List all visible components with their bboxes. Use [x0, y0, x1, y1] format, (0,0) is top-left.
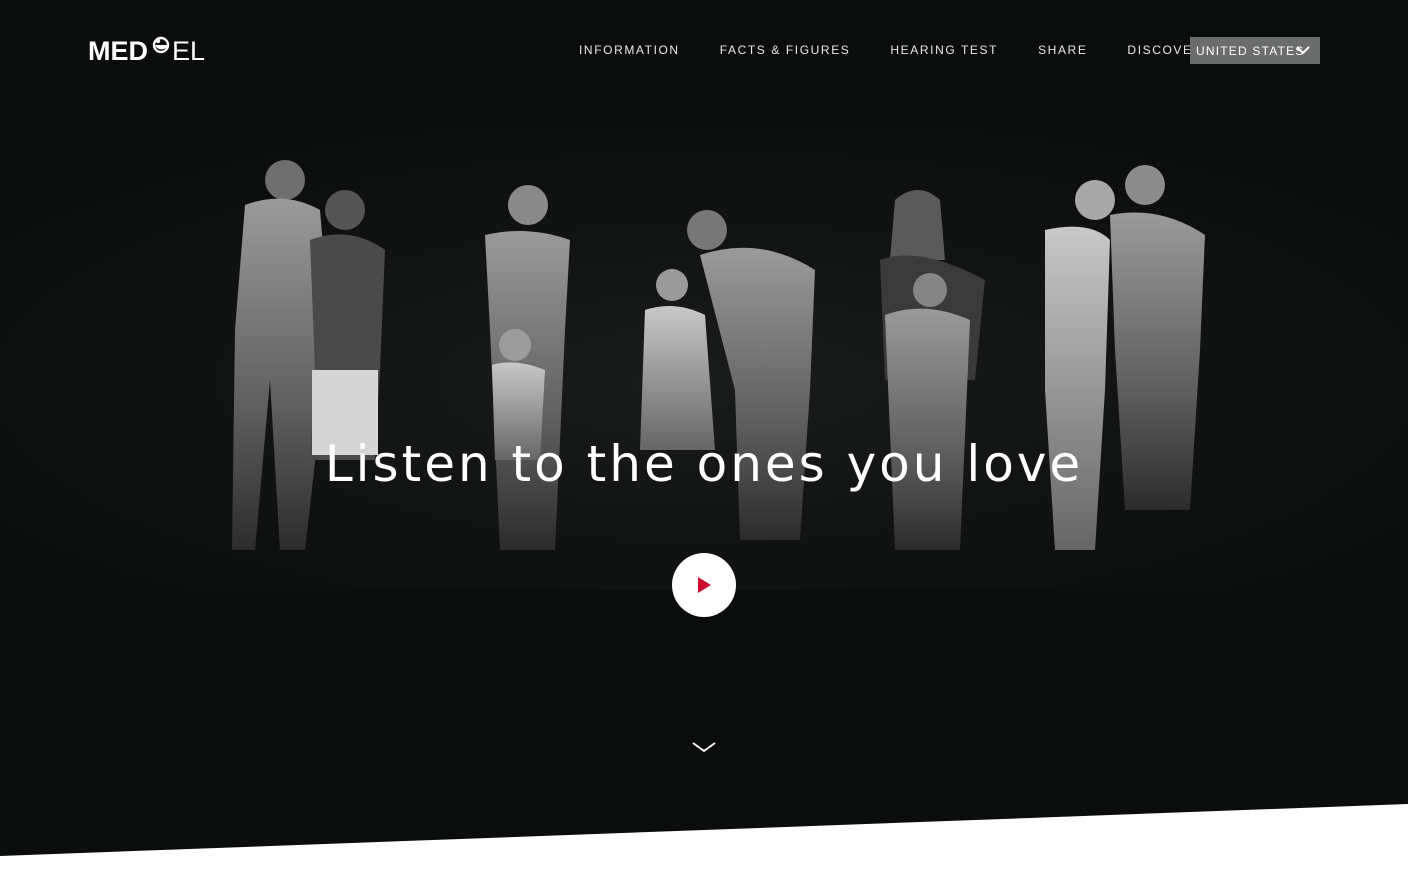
chevron-down-icon — [1296, 46, 1310, 55]
scroll-down-chevron-icon[interactable] — [692, 740, 716, 754]
medel-logo[interactable]: MED EL — [88, 36, 205, 66]
families-photo — [0, 130, 1408, 590]
hero-headline: Listen to the ones you love — [324, 435, 1084, 493]
nav-item-information[interactable]: INFORMATION — [579, 37, 680, 63]
nav-item-hearing-test[interactable]: HEARING TEST — [890, 37, 998, 63]
mother-child-figure — [485, 185, 570, 550]
logo-text-right: EL — [172, 35, 206, 66]
section-divider-wedge — [0, 804, 1408, 889]
nav-item-share[interactable]: SHARE — [1038, 37, 1087, 63]
play-video-button[interactable] — [672, 553, 736, 617]
hero-section: MED EL INFORMATION FACTS & FIGURES HEARI… — [0, 0, 1408, 889]
country-selector-label: UNITED STATES — [1196, 43, 1305, 58]
play-icon — [698, 577, 711, 593]
logo-text-left: MED — [88, 35, 148, 66]
nav-item-facts-figures[interactable]: FACTS & FIGURES — [720, 37, 851, 63]
main-navigation: INFORMATION FACTS & FIGURES HEARING TEST… — [579, 37, 1243, 63]
country-selector[interactable]: UNITED STATES — [1190, 37, 1320, 64]
logo-ear-icon — [152, 36, 170, 54]
site-header: MED EL INFORMATION FACTS & FIGURES HEARI… — [0, 0, 1408, 100]
